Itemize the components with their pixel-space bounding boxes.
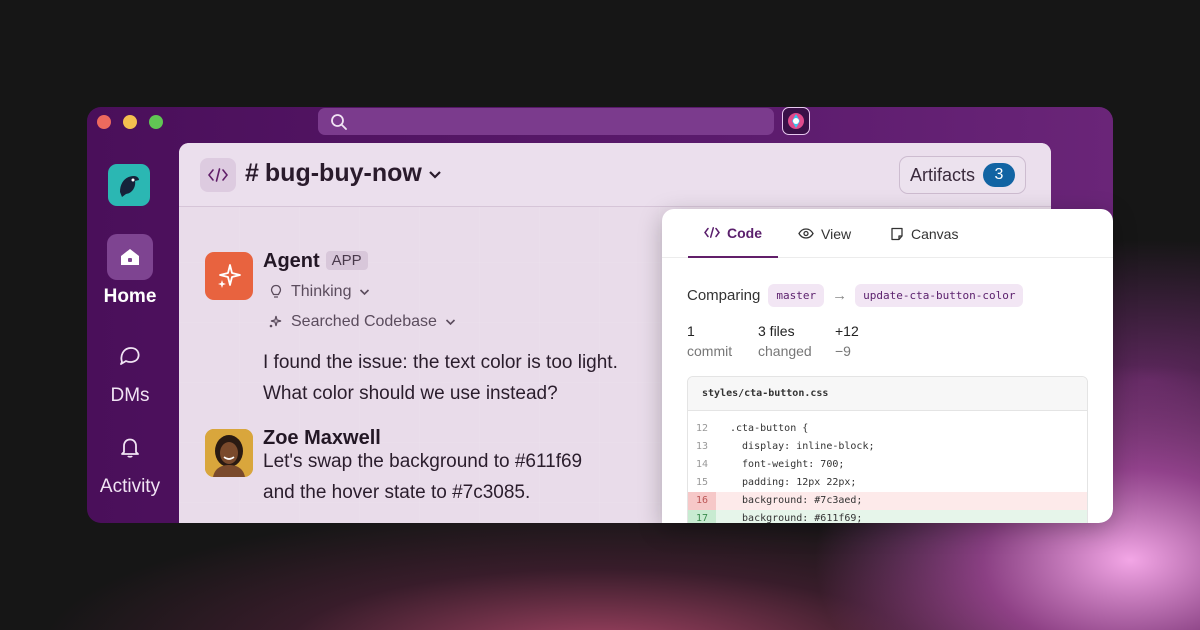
code-lines: 12 .cta-button { 13 display: inline-block;… — [688, 411, 1087, 523]
tab-label: Code — [727, 224, 762, 241]
rail-item-home[interactable]: Home — [87, 234, 173, 308]
message-body: Let's swap the background to #611f69 and… — [263, 446, 582, 508]
thinking-toggle[interactable]: Thinking — [269, 283, 370, 301]
deletions-count: −9 — [835, 343, 851, 359]
code-line: 13 display: inline-block; — [688, 438, 1087, 456]
code-line: 15 padding: 12px 22px; — [688, 474, 1087, 492]
chat-bubble-icon — [107, 333, 153, 379]
line-number: 12 — [695, 423, 709, 434]
search-icon — [331, 114, 347, 130]
workspace-logo[interactable] — [108, 164, 150, 206]
artifacts-label: Artifacts — [909, 164, 975, 185]
message-line: Let's swap the background to #611f69 — [263, 451, 583, 472]
artifacts-count-badge: 3 — [983, 163, 1015, 187]
canvas-icon — [891, 227, 903, 240]
author-name: Agent — [263, 250, 320, 272]
line-code: font-weight: 700; — [730, 459, 845, 470]
channel-title[interactable]: # bug-buy-now — [245, 159, 442, 188]
tab-label: Canvas — [911, 225, 959, 242]
person-photo-icon — [205, 429, 253, 477]
line-number: 15 — [695, 477, 709, 488]
additions-count: +12 — [835, 323, 859, 339]
stat-value: 1 — [687, 323, 695, 339]
line-code: display: inline-block; — [730, 441, 875, 452]
minimize-window-button[interactable] — [123, 115, 137, 129]
code-line: 17 background: #611f69; — [688, 510, 1087, 523]
bell-icon — [107, 424, 153, 470]
lightbulb-icon — [270, 284, 282, 298]
line-code: .cta-button { — [730, 423, 809, 434]
stat-label: changed — [758, 343, 812, 359]
sparkle-small-icon — [269, 315, 282, 328]
line-number: 13 — [695, 441, 709, 452]
channel-hash: # — [245, 159, 259, 187]
rail-item-label: Activity — [99, 476, 161, 497]
agent-avatar[interactable] — [205, 252, 253, 300]
branch-compare: Comparing master → update-cta-button-col… — [687, 284, 1024, 307]
channel-header: # bug-buy-now Artifacts 3 — [179, 143, 1051, 207]
code-diff: styles/cta-button.css 12 .cta-button { 13 … — [687, 376, 1088, 523]
message-body: I found the issue: the text color is too… — [263, 347, 618, 409]
stat-value: 3 files — [758, 323, 795, 339]
commit-stat: 1 commit — [687, 323, 732, 359]
code-line: 16 background: #7c3aed; — [688, 492, 1087, 510]
nav-rail: Home DMs Activity — [87, 137, 179, 523]
line-number: 16 — [688, 492, 716, 510]
chevron-down-icon — [360, 289, 370, 296]
head-branch-pill[interactable]: update-cta-button-color — [855, 284, 1024, 307]
code-line: 14 font-weight: 700; — [688, 456, 1087, 474]
rail-item-label: Home — [103, 286, 157, 307]
rail-item-activity[interactable]: Activity — [87, 424, 173, 498]
message-author[interactable]: Agent APP — [263, 250, 368, 273]
panel-tabs: Code View Canvas — [662, 209, 1113, 258]
channel-name: bug-buy-now — [264, 159, 422, 187]
eye-icon — [798, 228, 814, 239]
file-name[interactable]: styles/cta-button.css — [688, 377, 1087, 411]
avatar[interactable] — [205, 429, 253, 477]
comparing-label: Comparing — [687, 287, 761, 304]
line-number: 14 — [695, 459, 709, 470]
rail-item-dms[interactable]: DMs — [87, 333, 173, 407]
artifacts-button[interactable]: Artifacts 3 — [898, 156, 1026, 194]
tab-label: View — [821, 225, 852, 242]
arrow-right-icon: → — [832, 287, 848, 304]
searched-label: Searched Codebase — [291, 313, 437, 330]
message-line: I found the issue: the text color is too… — [263, 352, 618, 373]
maximize-window-button[interactable] — [149, 115, 163, 129]
code-line: 12 .cta-button { — [688, 420, 1087, 438]
assistant-app-icon[interactable] — [782, 107, 810, 135]
sparkle-logo-icon — [788, 113, 804, 129]
files-stat: 3 files changed — [758, 323, 812, 359]
tab-code[interactable]: Code — [688, 209, 778, 258]
stat-label: commit — [687, 343, 733, 359]
thinking-label: Thinking — [291, 283, 352, 300]
search-bar[interactable] — [318, 108, 774, 135]
chevron-down-icon — [445, 319, 455, 326]
artifact-panel: Code View Canvas Comparing master → upda… — [662, 209, 1113, 523]
line-code: background: #7c3aed; — [730, 495, 863, 506]
lines-stat: +12 −9 — [835, 323, 859, 359]
tab-canvas[interactable]: Canvas — [874, 209, 974, 258]
code-icon — [704, 227, 720, 238]
chevron-down-icon — [429, 171, 441, 179]
close-window-button[interactable] — [97, 115, 111, 129]
base-branch-pill[interactable]: master — [768, 284, 825, 307]
message-line: What color should we use instead? — [263, 383, 558, 404]
line-number: 17 — [688, 510, 716, 523]
title-bar — [87, 107, 1113, 137]
searched-codebase-toggle[interactable]: Searched Codebase — [267, 313, 456, 331]
code-icon[interactable] — [200, 158, 236, 192]
sparkle-icon — [218, 264, 241, 288]
home-icon — [107, 234, 153, 280]
rail-item-label: DMs — [110, 385, 150, 406]
bird-logo-icon — [120, 176, 139, 197]
line-code: padding: 12px 22px; — [730, 477, 857, 488]
app-tag: APP — [325, 251, 368, 270]
message-line: and the hover state to #7c3085. — [263, 482, 531, 503]
line-code: background: #611f69; — [730, 513, 863, 523]
tab-view[interactable]: View — [782, 209, 867, 258]
